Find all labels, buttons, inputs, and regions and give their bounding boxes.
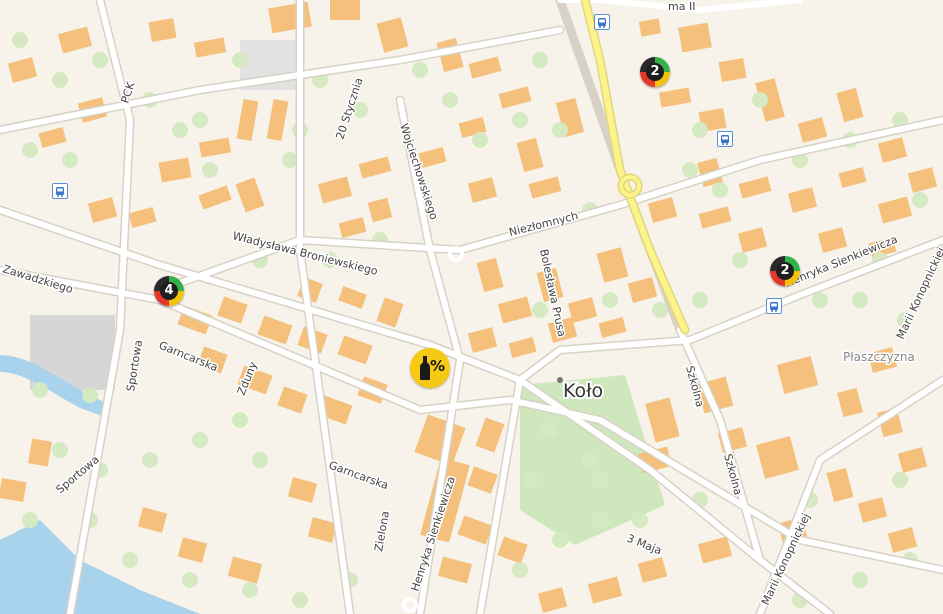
tree <box>232 412 248 428</box>
tree <box>252 452 268 468</box>
building <box>718 57 747 83</box>
district-label-plaszczyzna: Płaszczyzna <box>843 350 915 364</box>
bus-icon <box>770 302 778 312</box>
tree <box>472 132 488 148</box>
cluster-marker[interactable]: 2 <box>770 256 800 286</box>
tree <box>122 552 138 568</box>
promo-percent-label: % <box>430 357 446 375</box>
cluster-marker[interactable]: 4 <box>154 276 184 306</box>
map-layer[interactable]: ma II PCK 20 Stycznia Wojciechowskiego N… <box>0 0 943 614</box>
tree <box>22 512 38 528</box>
tree <box>552 532 568 548</box>
cluster-marker[interactable]: 2 <box>640 57 670 87</box>
tree <box>62 152 78 168</box>
tree <box>232 52 248 68</box>
tree <box>32 382 48 398</box>
bus-stop-icon[interactable] <box>594 14 610 30</box>
tree <box>692 292 708 308</box>
cluster-marker-count: 2 <box>776 262 794 280</box>
bus-stop-icon[interactable] <box>717 131 733 147</box>
bus-stop-icon[interactable] <box>52 183 68 199</box>
tree <box>912 192 928 208</box>
tree <box>632 512 648 528</box>
cluster-marker-count: 4 <box>160 282 178 300</box>
tree <box>182 572 198 588</box>
tree <box>142 452 158 468</box>
promo-marker[interactable]: % <box>410 348 450 388</box>
tree <box>682 162 698 178</box>
building <box>330 0 360 20</box>
tree <box>512 562 528 578</box>
tree <box>412 62 428 78</box>
tree <box>52 442 68 458</box>
tree <box>592 472 608 488</box>
tree <box>522 472 538 488</box>
tree <box>542 422 558 438</box>
tree <box>852 572 868 588</box>
city-label-kolo: Koło <box>563 380 603 402</box>
tree <box>692 122 708 138</box>
bus-icon <box>598 18 606 28</box>
bus-icon <box>721 135 729 145</box>
bus-icon <box>56 187 64 197</box>
map-canvas[interactable]: ma II PCK 20 Stycznia Wojciechowskiego N… <box>0 0 943 614</box>
tree <box>732 252 748 268</box>
tree <box>582 452 598 468</box>
tree <box>512 112 528 128</box>
street-label-jana-ii: ma II <box>668 0 695 13</box>
tree <box>532 302 548 318</box>
tree <box>22 142 38 158</box>
tree <box>172 122 188 138</box>
tree <box>552 122 568 138</box>
cluster-marker-count: 2 <box>646 63 664 81</box>
building <box>27 438 53 467</box>
tree <box>532 52 548 68</box>
tree <box>12 32 28 48</box>
building <box>148 17 177 43</box>
bus-stop-icon[interactable] <box>766 298 782 314</box>
tree <box>812 292 828 308</box>
tree <box>442 92 458 108</box>
tree <box>82 387 98 403</box>
tree <box>852 292 868 308</box>
tree <box>292 592 308 608</box>
tree <box>752 92 768 108</box>
tree <box>892 472 908 488</box>
tree <box>712 182 728 198</box>
tree <box>592 512 608 528</box>
tree <box>192 432 208 448</box>
tree <box>602 292 618 308</box>
tree <box>52 72 68 88</box>
building <box>678 22 712 53</box>
tree <box>202 162 218 178</box>
tree <box>192 112 208 128</box>
tree <box>242 582 258 598</box>
tree <box>92 52 108 68</box>
